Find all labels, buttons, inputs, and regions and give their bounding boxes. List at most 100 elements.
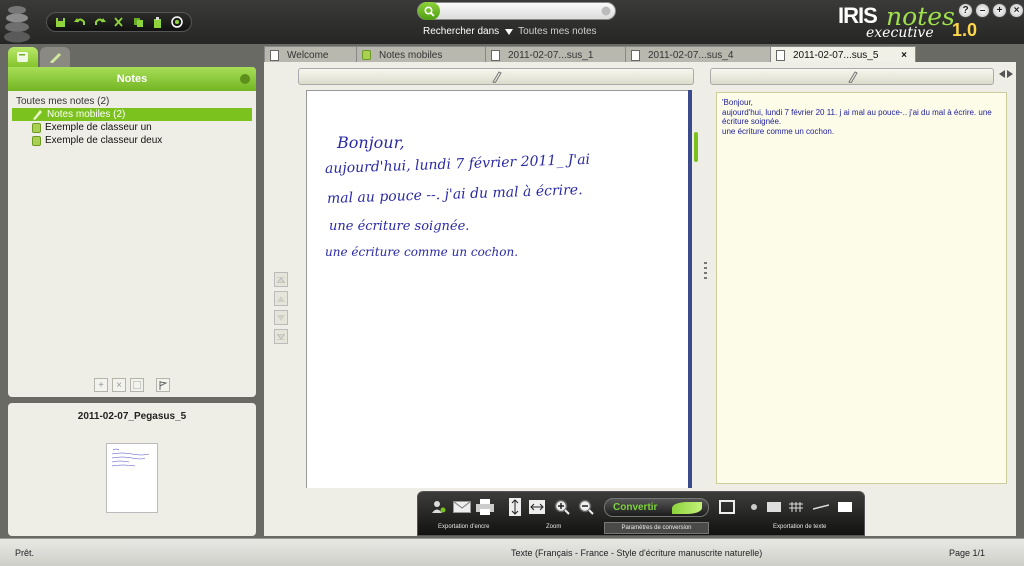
tab-notebooks[interactable] [8,47,38,67]
fit-height-icon [509,498,521,516]
collapse-icon[interactable] [240,74,250,84]
document-icon [491,49,500,61]
ink-view-header[interactable] [298,68,694,85]
scroll-handle[interactable] [694,132,698,162]
undo-icon [74,17,86,25]
minimize-button[interactable]: – [975,3,990,18]
search-icon[interactable] [418,2,440,20]
tree-item-classeur-deux[interactable]: Exemple de classeur deux [8,134,256,147]
paste-button[interactable] [151,15,165,29]
print-ink-button[interactable] [474,497,496,517]
zoom-out-button[interactable] [575,497,597,517]
tab-label: 2011-02-07...sus_1 [508,49,594,61]
tree-item-label: Notes mobiles (2) [47,109,126,120]
delete-notebook-button[interactable]: × [112,378,126,392]
status-bar: Prêt. Texte (Français - France - Style d… [0,538,1024,566]
brand-edition: executive [866,25,934,41]
tab-notes-mobiles[interactable]: Notes mobiles [356,46,486,63]
search-box [417,2,616,20]
save-button[interactable] [54,15,68,29]
tab-welcome[interactable]: Welcome [264,46,357,63]
save-icon [56,17,66,27]
first-page-button[interactable] [274,272,288,287]
thumbnail-handwriting-icon [111,448,150,467]
status-text: Prêt. [15,548,35,558]
fit-height-button[interactable] [504,497,526,517]
window-controls: ? – + × [958,3,1024,18]
add-notebook-button[interactable]: + [94,378,108,392]
tab-label: Welcome [287,49,329,61]
title-bar: Rechercher dans Toutes mes notes IRIS no… [0,0,1024,44]
copy-icon [133,17,143,27]
recognized-line: une écriture comme un cochon. [722,126,835,136]
envelope-icon [453,501,471,513]
splitter-grip-icon[interactable] [704,262,707,286]
search-scope-value: Toutes mes notes [518,26,597,37]
clear-search-icon[interactable] [601,6,611,16]
delete-icon: × [116,379,122,391]
recognized-text-area[interactable]: 'Bonjour, aujourd'hui, lundi 7 février 2… [716,92,1007,484]
redo-button[interactable] [93,15,107,29]
page-navigation [274,272,288,344]
text-view-header[interactable] [710,68,994,85]
arrow-down-icon [277,314,285,321]
tree-item-classeur-un[interactable]: Exemple de classeur un [8,121,256,134]
export-text-word-button[interactable] [763,497,785,517]
ink-line: une écriture comme un cochon. [325,245,519,259]
caret-down-icon [505,28,514,35]
brand-version: 1.0 [952,20,978,40]
sync-button[interactable] [170,15,184,29]
tab-pegasus-5[interactable]: 2011-02-07...sus_5 × [770,46,916,63]
text-frame-button[interactable] [716,497,738,517]
tab-pen-devices[interactable] [40,47,70,67]
note-editor: Bonjour, aujourd'hui, lundi 7 février 20… [264,62,1016,536]
tree-item-notes-mobiles[interactable]: Notes mobiles (2) [12,108,252,121]
tab-pegasus-4[interactable]: 2011-02-07...sus_4 [625,46,771,63]
pen-device-icon [50,53,61,63]
cut-button[interactable] [112,15,126,29]
tree-item-label: Exemple de classeur deux [45,135,163,146]
export-text-label: Exportation de texte [773,524,827,530]
close-button[interactable]: × [1009,3,1024,18]
last-page-button[interactable] [274,329,288,344]
fit-width-icon [529,500,545,514]
convert-button[interactable]: Convertir [604,498,709,517]
export-text-file-button[interactable] [834,497,856,517]
handwriting-page[interactable]: Bonjour, aujourd'hui, lundi 7 février 20… [306,90,689,488]
dot-icon [751,504,757,510]
arrow-left-icon[interactable] [999,70,1005,78]
export-ink-email-button[interactable] [451,497,473,517]
redo-icon [94,17,106,25]
export-ink-person-button[interactable] [428,497,450,517]
search-input[interactable] [442,4,600,18]
search-scope-dropdown[interactable]: Toutes mes notes [505,26,597,37]
close-tab-icon[interactable]: × [901,50,907,61]
ink-line: une écriture soignée. [329,219,470,234]
conversion-parameters-button[interactable]: Paramètres de conversion [604,522,709,534]
export-text-line-button[interactable] [810,497,832,517]
notebook-icon [32,122,41,133]
next-page-button[interactable] [274,310,288,325]
maximize-button[interactable]: + [992,3,1007,18]
tree-root[interactable]: Toutes mes notes (2) [8,96,256,108]
previous-page-button[interactable] [274,291,288,306]
power-icon [171,16,183,28]
arrow-right-icon[interactable] [1007,70,1013,78]
search-scope: Rechercher dans Toutes mes notes [423,26,597,37]
copy-button[interactable] [131,15,145,29]
page-thumbnail[interactable] [106,443,158,513]
fit-width-button[interactable] [526,497,548,517]
convert-label: Convertir [613,502,658,513]
undo-button[interactable] [73,15,87,29]
export-text-grid-button[interactable] [785,497,807,517]
filter-button[interactable] [156,378,170,392]
panel-arrows [999,70,1013,78]
notebook-properties-button[interactable] [130,378,144,392]
export-text-dot-button[interactable] [743,497,765,517]
action-dock: Exportation d'encre Zoom Convertir Param… [417,491,865,536]
notes-panel-actions: + × [8,373,256,397]
tab-pegasus-1[interactable]: 2011-02-07...sus_1 [485,46,626,63]
tab-label: Notes mobiles [379,49,443,61]
zoom-in-button[interactable] [551,497,573,517]
help-button[interactable]: ? [958,3,973,18]
